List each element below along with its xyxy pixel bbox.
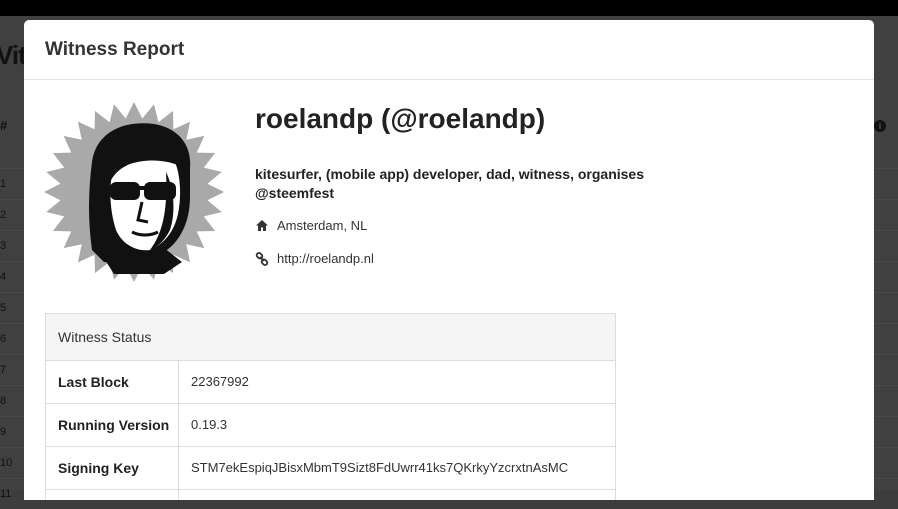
rank-number: 8 bbox=[0, 395, 7, 407]
next-row-value bbox=[179, 490, 191, 500]
home-icon bbox=[255, 219, 271, 233]
profile-name: roelandp (@roelandp) bbox=[255, 103, 546, 134]
table-row bbox=[46, 490, 615, 500]
witness-status-heading: Witness Status bbox=[46, 314, 615, 361]
last-block-label: Last Block bbox=[46, 361, 179, 403]
table-row: Last Block 22367992 bbox=[46, 361, 615, 404]
info-icon: i bbox=[874, 120, 886, 132]
background-page-title: Vit bbox=[0, 40, 27, 70]
signing-key-label: Signing Key bbox=[46, 447, 179, 489]
rank-number: 10 bbox=[0, 457, 13, 469]
modal-header: Witness Report bbox=[24, 20, 874, 80]
browser-top-bar bbox=[0, 0, 898, 16]
location-text: Amsterdam, NL bbox=[277, 218, 368, 233]
rank-number: 9 bbox=[0, 426, 7, 438]
rank-number: 4 bbox=[0, 271, 7, 283]
rank-number: 5 bbox=[0, 302, 7, 314]
signing-key-value: STM7ekEspiqJBisxMbmT9Sizt8FdUwrr41ks7QKr… bbox=[191, 460, 569, 475]
profile-about: kitesurfer, (mobile app) developer, dad,… bbox=[255, 166, 645, 201]
rank-number: 3 bbox=[0, 240, 7, 252]
running-version-label: Running Version bbox=[46, 404, 179, 446]
avatar-badge-image bbox=[44, 102, 224, 282]
rank-number: 7 bbox=[0, 364, 7, 376]
profile-location: Amsterdam, NL bbox=[255, 218, 367, 233]
rank-number: 1 bbox=[0, 178, 7, 190]
witness-report-modal: Witness Report roelandp (@roelandp) kite… bbox=[24, 20, 874, 500]
last-block-value: 22367992 bbox=[191, 374, 249, 389]
next-row-label bbox=[46, 490, 179, 500]
link-icon bbox=[255, 251, 271, 266]
profile-avatar bbox=[44, 102, 224, 282]
modal-title: Witness Report bbox=[45, 39, 185, 60]
table-row: Signing Key STM7ekEspiqJBisxMbmT9Sizt8Fd… bbox=[46, 447, 615, 490]
rank-number: 2 bbox=[0, 209, 7, 221]
website-link[interactable]: http://roelandp.nl bbox=[277, 251, 374, 266]
running-version-value: 0.19.3 bbox=[191, 417, 228, 432]
rank-number: 6 bbox=[0, 333, 7, 345]
profile-website[interactable]: http://roelandp.nl bbox=[255, 251, 374, 266]
background-rank-header: # bbox=[0, 118, 8, 133]
table-row: Running Version 0.19.3 bbox=[46, 404, 615, 447]
witness-status-panel: Witness Status Last Block 22367992 Runni… bbox=[45, 313, 616, 500]
